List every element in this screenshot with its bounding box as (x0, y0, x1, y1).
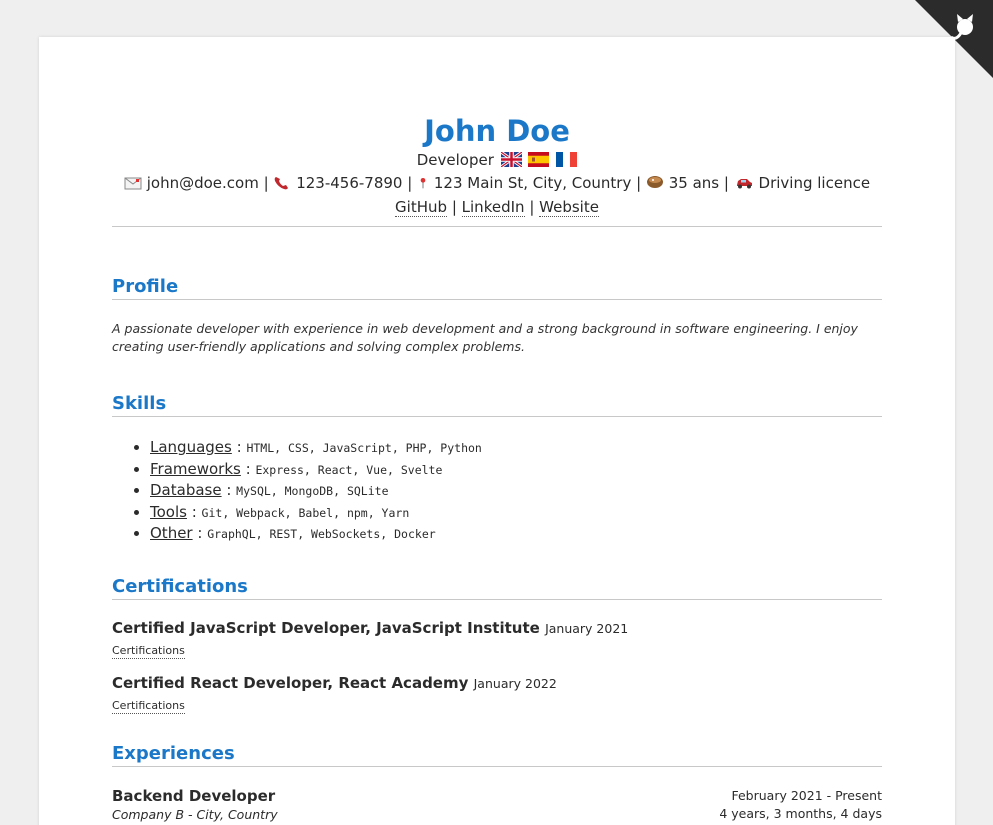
job-period: February 2021 - Present (731, 788, 882, 803)
separator: | (263, 174, 269, 192)
profile-text: A passionate developer with experience i… (112, 321, 858, 354)
phone[interactable]: 123-456-7890 (296, 174, 402, 192)
separator: | (636, 174, 642, 192)
envelope-icon (124, 177, 142, 190)
phone-icon (275, 177, 289, 190)
website-link[interactable]: Website (539, 198, 599, 217)
certification-title: Certified JavaScript Developer, JavaScri… (112, 619, 540, 637)
certifications-section: Certifications Certified JavaScript Deve… (112, 576, 882, 714)
role-line: Developer (112, 149, 882, 171)
car-icon (736, 179, 752, 189)
skill-item: Frameworks : Express, React, Vue, Svelte (150, 459, 882, 481)
separator: | (529, 198, 535, 216)
certification-date: January 2021 (545, 621, 629, 636)
skill-item: Tools : Git, Webpack, Babel, npm, Yarn (150, 502, 882, 524)
skill-name[interactable]: Languages (150, 438, 232, 456)
certification-date: January 2022 (473, 676, 557, 691)
certification-item: Certified JavaScript Developer, JavaScri… (112, 618, 882, 659)
skill-values: GraphQL, REST, WebSockets, Docker (207, 527, 436, 541)
skill-item: Database : MySQL, MongoDB, SQLite (150, 480, 882, 502)
contact-line: john@doe.com | 123-456-7890 | 123 Main S… (112, 171, 882, 195)
linkedin-link[interactable]: LinkedIn (461, 198, 525, 217)
email[interactable]: john@doe.com (147, 174, 259, 192)
experiences-section: Experiences Backend Developer Company B … (112, 743, 882, 824)
skills-section: Skills Languages : HTML, CSS, JavaScript… (112, 393, 882, 545)
skill-values: MySQL, MongoDB, SQLite (236, 484, 389, 498)
separator: | (723, 174, 729, 192)
job-dates: February 2021 - Present 4 years, 3 month… (719, 787, 882, 823)
header-divider (112, 226, 882, 227)
section-title-certifications: Certifications (112, 576, 882, 600)
resume-page: John Doe Developer john@doe.com | 123-45… (39, 37, 955, 825)
section-title-experiences: Experiences (112, 743, 882, 767)
address: 123 Main St, City, Country (433, 174, 632, 192)
skill-name[interactable]: Frameworks (150, 460, 241, 478)
skill-values: HTML, CSS, JavaScript, PHP, Python (246, 441, 482, 455)
spain-flag-icon[interactable] (528, 152, 550, 167)
pin-icon (420, 178, 426, 189)
experience-item: Backend Developer Company B - City, Coun… (112, 787, 882, 824)
resume-content: John Doe Developer john@doe.com | 123-45… (112, 37, 882, 822)
section-title-skills: Skills (112, 393, 882, 417)
separator: | (407, 174, 413, 192)
skill-name[interactable]: Database (150, 481, 222, 499)
skill-item: Other : GraphQL, REST, WebSockets, Docke… (150, 523, 882, 545)
cake-icon (646, 176, 663, 188)
person-name: John Doe (424, 114, 570, 148)
role-title: Developer (416, 151, 494, 169)
skill-values: Express, React, Vue, Svelte (255, 462, 443, 477)
driving-licence: Driving licence (758, 174, 871, 192)
separator: | (451, 198, 457, 216)
links-line: GitHub | LinkedIn | Website (112, 195, 882, 219)
certification-title: Certified React Developer, React Academy (112, 674, 469, 692)
uk-flag-icon[interactable] (500, 152, 522, 167)
section-title-profile: Profile (112, 276, 882, 300)
skill-name[interactable]: Other (150, 524, 193, 542)
skill-name[interactable]: Tools (150, 503, 187, 521)
skill-values: Git, Webpack, Babel, npm, Yarn (201, 505, 410, 520)
certification-tag[interactable]: Certifications (112, 698, 185, 714)
certification-item: Certified React Developer, React Academy… (112, 673, 882, 714)
resume-header: John Doe Developer john@doe.com | 123-45… (112, 37, 882, 227)
github-link[interactable]: GitHub (395, 198, 448, 217)
certification-tag[interactable]: Certifications (112, 643, 185, 659)
job-duration: 4 years, 3 months, 4 days (719, 806, 882, 821)
profile-section: Profile A passionate developer with expe… (112, 276, 882, 356)
france-flag-icon[interactable] (556, 152, 578, 167)
skills-list: Languages : HTML, CSS, JavaScript, PHP, … (112, 437, 882, 545)
skill-item: Languages : HTML, CSS, JavaScript, PHP, … (150, 437, 882, 459)
age: 35 ans (668, 174, 720, 192)
